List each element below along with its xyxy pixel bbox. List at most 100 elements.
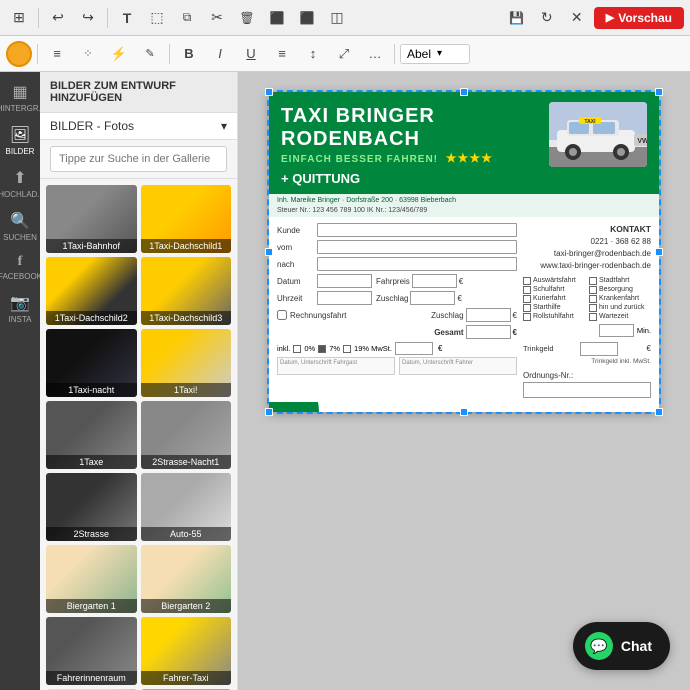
gesamt-row: Gesamt €: [277, 325, 517, 339]
italic-button[interactable]: I: [206, 40, 234, 68]
mwst7-checkbox[interactable]: [318, 345, 326, 353]
sidebar-item-facebook[interactable]: f FACEBOOK: [2, 248, 38, 287]
text-size-icon[interactable]: ⤢: [330, 40, 358, 68]
line-height-icon[interactable]: ↕: [299, 40, 327, 68]
category-dropdown[interactable]: BILDER - Fotos ▾: [40, 113, 237, 140]
paste-style-icon[interactable]: ⬛: [294, 5, 320, 31]
bold-button[interactable]: B: [175, 40, 203, 68]
font-selector[interactable]: Abel ▾: [400, 44, 470, 64]
add-frame-icon[interactable]: ⬚: [144, 5, 170, 31]
chat-label: Chat: [621, 638, 652, 654]
image-cell-strasse[interactable]: 2Strasse: [46, 473, 137, 541]
von-label: vom: [277, 243, 317, 252]
image-cell-biergarten1[interactable]: Biergarten 1: [46, 545, 137, 613]
wartezeit-input[interactable]: [599, 324, 634, 337]
sidebar-item-images[interactable]: 🖼 BILDER: [2, 119, 38, 162]
image-cell-taxi-dachschild3[interactable]: 1Taxi-Dachschild3: [141, 257, 232, 325]
cb-wartezeit[interactable]: [589, 313, 597, 321]
sidebar-label-instagram: INSTA: [9, 315, 32, 324]
duplicate-icon[interactable]: ⧉: [174, 5, 200, 31]
kunde-input[interactable]: [317, 223, 517, 237]
image-cell-taxi-nacht[interactable]: 1Taxi-nacht: [46, 329, 137, 397]
taxi-stars: ★★★★: [446, 151, 493, 165]
zuschlag2-input[interactable]: [466, 308, 511, 322]
image-label: 1Taxi-Dachschild1: [141, 239, 232, 253]
underline-button[interactable]: U: [237, 40, 265, 68]
save-icon[interactable]: 💾: [504, 5, 530, 31]
copy-style-icon[interactable]: ⬛: [264, 5, 290, 31]
cb-besorgung[interactable]: [589, 286, 597, 294]
cb-rollstuhlfahrt[interactable]: [523, 313, 531, 321]
image-cell-strasse-nacht[interactable]: 2Strasse-Nacht1: [141, 401, 232, 469]
cb-auswärtsfahrt[interactable]: [523, 277, 531, 285]
mwst-row: inkl. 0% 7% 19% MwSt. €: [277, 342, 517, 355]
image-cell-fahrertaxi[interactable]: Fahrer-Taxi: [141, 617, 232, 685]
mwst19-checkbox[interactable]: [343, 345, 351, 353]
cb-starthilfe[interactable]: [523, 304, 531, 312]
steuer-info: Steuer Nr.: 123 456 789 100 IK Nr.: 123/…: [269, 207, 659, 217]
sidebar-item-upload[interactable]: ⬆ HOCHLAD..: [2, 162, 38, 205]
cb-kurierfahrt[interactable]: [523, 295, 531, 303]
image-cell-taxi-dachschild1[interactable]: 1Taxi-Dachschild1: [141, 185, 232, 253]
ordnung-input[interactable]: [523, 382, 651, 398]
trinkgeld-label: Trinkgeld: [523, 344, 554, 353]
redo-icon[interactable]: ↪: [75, 5, 101, 31]
contact-block: KONTAKT 0221 · 368 62 88 taxi-bringer@ro…: [523, 223, 651, 272]
nach-row: nach: [277, 257, 517, 271]
receipt-title: + QUITTUNG: [281, 171, 647, 186]
cb-stadtfahrt[interactable]: [589, 277, 597, 285]
more-options-icon[interactable]: …: [361, 40, 389, 68]
note-right: Datum, Unterschrift Fahrer: [399, 357, 517, 375]
taxi-company-title: TAXI BRINGER RODENBACH: [281, 105, 549, 151]
gallery-search-input[interactable]: [50, 146, 227, 172]
cb-label: Auswärtsfahrt: [533, 277, 576, 284]
text-align-icon[interactable]: ≡: [268, 40, 296, 68]
checkbox-row-stadtfahrt: Stadtfahrt: [589, 277, 651, 285]
align-left-icon[interactable]: ≡: [43, 40, 71, 68]
cut-icon[interactable]: ✂: [204, 5, 230, 31]
image-cell-auto[interactable]: Auto-55: [141, 473, 232, 541]
image-cell-fahrerraum[interactable]: Fahrerinnenraum: [46, 617, 137, 685]
image-cell-taxe[interactable]: 1Taxe: [46, 401, 137, 469]
cb-hin-und-zurück[interactable]: [589, 304, 597, 312]
delete-icon[interactable]: 🗑: [234, 5, 260, 31]
layers-icon[interactable]: ◫: [324, 5, 350, 31]
undo-icon[interactable]: ↩: [45, 5, 71, 31]
uhrzeit-input[interactable]: [317, 291, 372, 305]
effects-icon[interactable]: ⁘: [74, 40, 102, 68]
zuschlag-input[interactable]: [410, 291, 455, 305]
image-cell-biergarten2[interactable]: Biergarten 2: [141, 545, 232, 613]
rechnungsfahrt-checkbox[interactable]: [277, 310, 287, 320]
image-cell-taxi-dachschild2[interactable]: 1Taxi-Dachschild2: [46, 257, 137, 325]
cb-krankenfahrt[interactable]: [589, 295, 597, 303]
grid-icon[interactable]: ⊞: [6, 5, 32, 31]
trinkgeld-input[interactable]: [580, 342, 618, 356]
cb-label: Schulfahrt: [533, 286, 565, 293]
wartezeit-row: Min.: [523, 324, 651, 337]
sidebar-item-search[interactable]: 🔍 SUCHEN: [2, 205, 38, 248]
crop-icon[interactable]: ✎: [136, 40, 164, 68]
cb-schulfahrt[interactable]: [523, 286, 531, 294]
datum-input[interactable]: [317, 274, 372, 288]
sidebar-item-instagram[interactable]: 📷 INSTA: [2, 287, 38, 330]
close-icon[interactable]: ✕: [564, 5, 590, 31]
mwst0-checkbox[interactable]: [293, 345, 301, 353]
image-cell-taxi[interactable]: 1Taxi!: [141, 329, 232, 397]
von-input[interactable]: [317, 240, 517, 254]
animate-icon[interactable]: ⚡: [105, 40, 133, 68]
color-picker-button[interactable]: [6, 41, 32, 67]
mwst-input[interactable]: [395, 342, 433, 355]
preview-button[interactable]: ▶ Vorschau: [594, 7, 684, 29]
sidebar-item-background[interactable]: ▦ HINTERGR..: [2, 76, 38, 119]
gesamt-input[interactable]: [466, 325, 511, 339]
image-cell-taxi-bahnhof[interactable]: 1Taxi-Bahnhof: [46, 185, 137, 253]
fahrpreis-input[interactable]: [412, 274, 457, 288]
images-icon: 🖼: [10, 125, 30, 145]
text-tool-icon[interactable]: T: [114, 5, 140, 31]
uhrzeit-label: Uhrzeit: [277, 294, 317, 303]
search-box: [40, 140, 237, 179]
chat-button[interactable]: 💬 Chat: [573, 622, 670, 670]
taxi-header: TAXI BRINGER RODENBACH EINFACH BESSER FA…: [269, 92, 659, 194]
nach-input[interactable]: [317, 257, 517, 271]
refresh-icon[interactable]: ↻: [534, 5, 560, 31]
